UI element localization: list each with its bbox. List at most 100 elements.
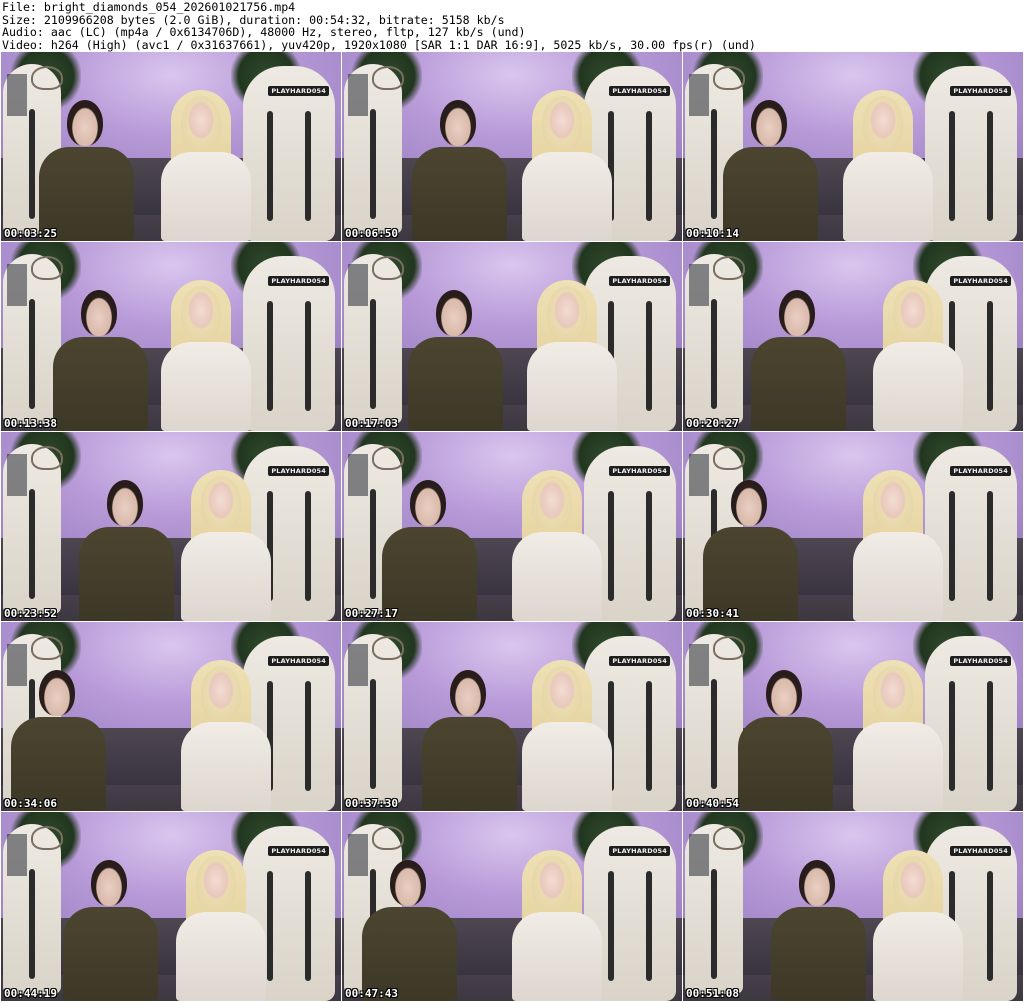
video-thumbnail[interactable]: PLAYHARD054 00:30:41 xyxy=(683,432,1023,621)
thumbnail-grid: PLAYHARD054 00:03:25 PLAYHARD054 00:06:50 PL… xyxy=(1,52,1023,1003)
chair-stripe xyxy=(711,299,717,409)
person-dark-hair-head xyxy=(799,860,835,906)
person-dark-hair-body xyxy=(422,717,517,811)
person-blonde-head xyxy=(542,666,582,720)
chair-logo-icon xyxy=(372,66,404,90)
brand-tag: PLAYHARD054 xyxy=(950,846,1011,856)
chair-logo-icon xyxy=(31,446,63,470)
stream-overlay-panel xyxy=(348,454,368,496)
chair-stripe xyxy=(987,301,993,411)
video-thumbnail[interactable]: PLAYHARD054 00:34:06 xyxy=(1,622,341,811)
person-dark-hair-head xyxy=(107,480,143,526)
chair-stripe xyxy=(305,681,311,791)
thumbnail-timestamp: 00:37:30 xyxy=(345,797,398,810)
person-blonde-head xyxy=(542,96,582,150)
person-blonde-head xyxy=(201,476,241,530)
chair-stripe xyxy=(711,869,717,979)
video-thumbnail[interactable]: PLAYHARD054 00:20:27 xyxy=(683,242,1023,431)
brand-tag: PLAYHARD054 xyxy=(268,656,329,666)
video-thumbnail[interactable]: PLAYHARD054 00:37:30 xyxy=(342,622,682,811)
audio-line: Audio: aac (LC) (mp4a / 0x6134706D), 480… xyxy=(2,25,526,40)
video-thumbnail[interactable]: PLAYHARD054 00:10:14 xyxy=(683,52,1023,241)
chair-stripe xyxy=(987,871,993,981)
person-blonde-head xyxy=(532,856,572,910)
file-name-line: File: bright_diamonds_054_202601021756.m… xyxy=(2,0,296,14)
brand-tag: PLAYHARD054 xyxy=(609,276,670,286)
video-thumbnail[interactable]: PLAYHARD054 00:23:52 xyxy=(1,432,341,621)
person-dark-hair-head xyxy=(779,290,815,336)
stream-overlay-panel xyxy=(689,264,709,306)
chair-logo-icon xyxy=(31,256,63,280)
thumbnail-timestamp: 00:40:54 xyxy=(686,797,739,810)
video-thumbnail[interactable]: PLAYHARD054 00:17:03 xyxy=(342,242,682,431)
chair-logo-icon xyxy=(713,636,745,660)
person-blonde-head xyxy=(893,286,933,340)
person-dark-hair-head xyxy=(91,860,127,906)
person-dark-hair-body xyxy=(408,337,503,431)
chair-stripe xyxy=(370,109,376,219)
stream-overlay-panel xyxy=(689,834,709,876)
video-thumbnail[interactable]: PLAYHARD054 00:51:08 xyxy=(683,812,1023,1001)
thumbnail-timestamp: 00:30:41 xyxy=(686,607,739,620)
person-dark-hair-head xyxy=(67,100,103,146)
chair-stripe xyxy=(29,869,35,979)
person-blonde-head xyxy=(196,856,236,910)
person-dark-hair-body xyxy=(53,337,148,431)
person-blonde-body xyxy=(161,152,251,241)
stream-overlay-panel xyxy=(348,644,368,686)
stream-overlay-panel xyxy=(689,644,709,686)
video-thumbnail[interactable]: PLAYHARD054 00:06:50 xyxy=(342,52,682,241)
thumbnail-timestamp: 00:06:50 xyxy=(345,227,398,240)
person-blonde-body xyxy=(161,342,251,431)
brand-tag: PLAYHARD054 xyxy=(609,846,670,856)
person-dark-hair-body xyxy=(738,717,833,811)
chair-logo-icon xyxy=(372,256,404,280)
person-blonde-body xyxy=(853,532,943,621)
person-blonde-head xyxy=(181,286,221,340)
thumbnail-timestamp: 00:03:25 xyxy=(4,227,57,240)
thumbnail-timestamp: 00:17:03 xyxy=(345,417,398,430)
stream-overlay-panel xyxy=(348,74,368,116)
video-thumbnail[interactable]: PLAYHARD054 00:44:19 xyxy=(1,812,341,1001)
thumbnail-timestamp: 00:51:08 xyxy=(686,987,739,1000)
person-blonde-head xyxy=(547,286,587,340)
chair-logo-icon xyxy=(713,826,745,850)
person-blonde-head xyxy=(201,666,241,720)
brand-tag: PLAYHARD054 xyxy=(609,656,670,666)
stream-overlay-panel xyxy=(689,74,709,116)
person-blonde-body xyxy=(522,152,612,241)
brand-tag: PLAYHARD054 xyxy=(609,466,670,476)
person-blonde-body xyxy=(181,722,271,811)
stream-overlay-panel xyxy=(7,644,27,686)
person-dark-hair-head xyxy=(81,290,117,336)
video-thumbnail[interactable]: PLAYHARD054 00:03:25 xyxy=(1,52,341,241)
person-blonde-head xyxy=(873,666,913,720)
person-dark-hair-body xyxy=(771,907,866,1001)
chair-stripe xyxy=(305,301,311,411)
chair-stripe xyxy=(646,681,652,791)
stream-overlay-panel xyxy=(689,454,709,496)
chair-stripe xyxy=(646,871,652,981)
person-blonde-body xyxy=(512,532,602,621)
person-blonde-head xyxy=(532,476,572,530)
chair-stripe xyxy=(305,111,311,221)
chair-stripe xyxy=(987,681,993,791)
video-thumbnail[interactable]: PLAYHARD054 00:13:38 xyxy=(1,242,341,431)
person-blonde-body xyxy=(843,152,933,241)
chair-stripe xyxy=(305,871,311,981)
stream-overlay-panel xyxy=(348,264,368,306)
person-dark-hair-head xyxy=(410,480,446,526)
chair-logo-icon xyxy=(372,446,404,470)
video-thumbnail[interactable]: PLAYHARD054 00:27:17 xyxy=(342,432,682,621)
video-thumbnail[interactable]: PLAYHARD054 00:47:43 xyxy=(342,812,682,1001)
chair-logo-icon xyxy=(713,446,745,470)
brand-tag: PLAYHARD054 xyxy=(268,276,329,286)
video-thumbnail[interactable]: PLAYHARD054 00:40:54 xyxy=(683,622,1023,811)
chair-stripe xyxy=(987,491,993,601)
chair-stripe xyxy=(949,111,955,221)
person-dark-hair-head xyxy=(440,100,476,146)
person-blonde-head xyxy=(863,96,903,150)
chair-stripe xyxy=(29,489,35,599)
person-blonde-body xyxy=(512,912,602,1001)
video-line: Video: h264 (High) (avc1 / 0x31637661), … xyxy=(2,37,756,52)
